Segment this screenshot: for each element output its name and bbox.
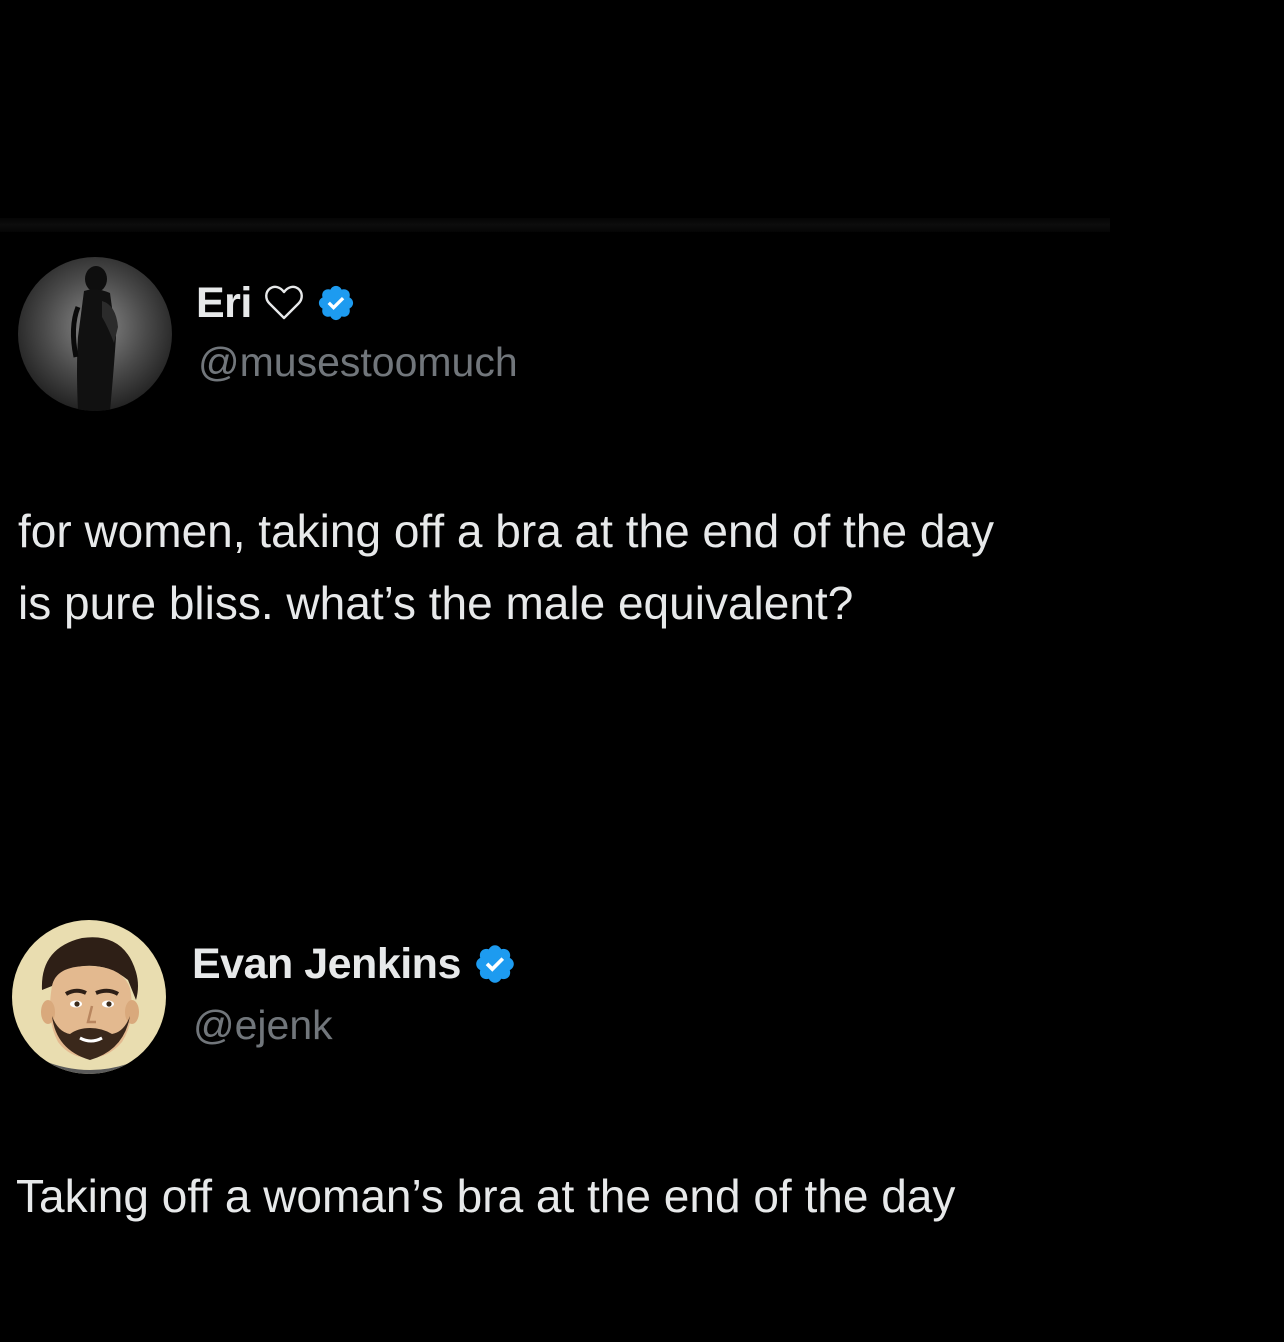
display-name[interactable]: Evan Jenkins (192, 940, 461, 989)
name-row: Evan Jenkins (192, 936, 517, 992)
tweet-text-line: Taking off a woman’s bra at the end of t… (16, 1170, 956, 1222)
verified-badge-icon (473, 942, 517, 986)
avatar-image (18, 257, 172, 411)
heart-outline-icon (264, 284, 304, 322)
verified-badge-icon (316, 283, 356, 323)
name-row: Eri (196, 275, 356, 331)
display-name[interactable]: Eri (196, 279, 252, 328)
tweet-text-line: for women, taking off a bra at the end o… (18, 505, 994, 557)
user-handle[interactable]: @musestoomuch (198, 339, 518, 386)
tweet-text: Taking off a woman’s bra at the end of t… (16, 1160, 955, 1232)
avatar[interactable] (18, 257, 172, 411)
user-handle[interactable]: @ejenk (193, 1002, 333, 1049)
divider (0, 218, 1110, 232)
avatar-image (12, 920, 166, 1074)
tweet-text-line: is pure bliss. what’s the male equivalen… (18, 577, 854, 629)
tweet-text: for women, taking off a bra at the end o… (18, 495, 994, 639)
avatar[interactable] (12, 920, 166, 1074)
